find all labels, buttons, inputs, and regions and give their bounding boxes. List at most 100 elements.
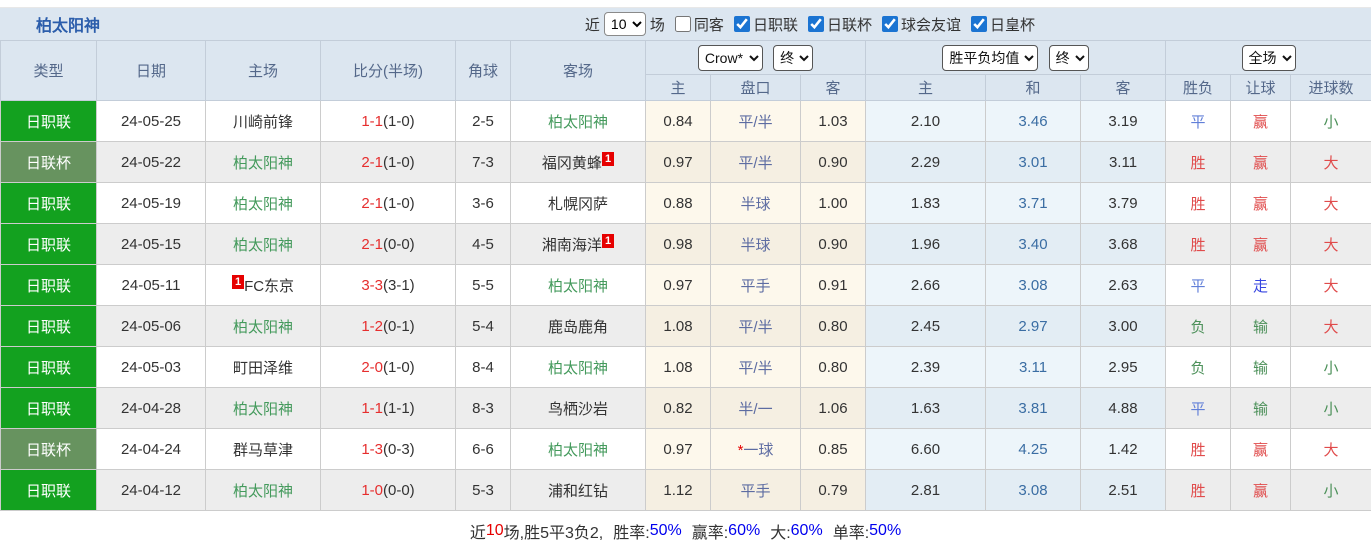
odds-state-select[interactable]: 终 — [773, 44, 814, 71]
footer-win-rate-value: 50% — [649, 522, 682, 539]
col-header-handicap-result: 让球 — [1230, 74, 1292, 101]
team-name: 柏太阳神 — [232, 154, 293, 172]
away-team-cell: 柏太阳神 — [510, 100, 646, 142]
half-time-score: (1-0) — [383, 358, 415, 376]
handicap-away-odds-cell: 0.90 — [800, 141, 866, 183]
match-row: 日职联 24-05-03 町田泽维 2-0(1-0) 8-4 柏太阳神 1.08 平/半 0.8… — [0, 346, 1371, 388]
corners-cell: 7-3 — [455, 141, 511, 183]
half-time-score: (1-1) — [383, 399, 415, 417]
score-cell: 1-1(1-1) — [320, 387, 456, 429]
near-label: 近 — [584, 16, 600, 34]
league-j1-checkbox[interactable] — [733, 16, 750, 32]
handicap-away-odds-cell: 1.03 — [800, 100, 866, 142]
outcome-result-cell: 负 — [1165, 346, 1232, 388]
league-type-cell: 日职联 — [0, 223, 97, 265]
league-type-cell: 日职联 — [0, 305, 97, 347]
match-date-cell: 24-05-03 — [96, 346, 206, 388]
footer-match-count: 10 — [485, 522, 504, 539]
avg-draw-odds-cell: 4.25 — [985, 428, 1081, 470]
avg-away-odds-cell: 3.00 — [1079, 305, 1167, 347]
handicap-home-odds-cell: 0.97 — [645, 141, 711, 183]
home-team-cell: 町田泽维 — [205, 346, 321, 388]
handicap-away-odds-cell: 0.91 — [800, 264, 866, 306]
league-type-cell: 日职联 — [0, 182, 97, 224]
match-date-cell: 24-05-25 — [96, 100, 206, 142]
score-cell: 1-1(1-0) — [320, 100, 456, 142]
goals-result-cell: 大 — [1290, 182, 1371, 224]
col-header-type: 类型 — [0, 40, 97, 101]
handicap-home-odds-cell: 0.84 — [645, 100, 711, 142]
avg-draw-odds-cell: 3.40 — [985, 223, 1081, 265]
handicap-line-cell: *一球 — [710, 428, 801, 470]
corners-cell: 6-6 — [455, 428, 511, 470]
league-type-cell: 日职联 — [0, 264, 97, 306]
handicap-result-cell: 赢 — [1230, 182, 1292, 224]
avg-type-select[interactable]: 胜平负均值 — [942, 44, 1039, 71]
match-date-cell: 24-05-22 — [96, 141, 206, 183]
full-time-score: 1-2 — [361, 317, 383, 335]
team-name: 柏太阳神 — [547, 359, 608, 377]
league-emperor-cup-label: 日皇杯 — [989, 16, 1035, 34]
away-team-cell: 鸟栖沙岩 — [510, 387, 646, 429]
home-team-cell: 1 FC东京 — [205, 264, 321, 306]
handicap-result-cell: 走 — [1230, 264, 1292, 306]
score-cell: 2-0(1-0) — [320, 346, 456, 388]
outcome-result-cell: 胜 — [1165, 428, 1232, 470]
col-header-away: 客场 — [510, 40, 646, 101]
corners-cell: 3-6 — [455, 182, 511, 224]
same-away-filter: 同客 — [669, 14, 724, 35]
match-date-cell: 24-04-28 — [96, 387, 206, 429]
footer-handicap-rate-label: 赢率: — [691, 525, 729, 542]
half-time-score: (1-0) — [383, 153, 415, 171]
footer-single-rate-value: 50% — [869, 522, 902, 539]
handicap-line-text: 平/半 — [738, 318, 773, 336]
handicap-line-cell: 平/半 — [710, 141, 801, 183]
match-date-cell: 24-05-11 — [96, 264, 206, 306]
avg-state-select[interactable]: 终 — [1048, 44, 1089, 71]
team-name: 鹿岛鹿角 — [547, 318, 608, 336]
outcome-result-cell: 胜 — [1165, 223, 1232, 265]
half-time-score: (0-0) — [383, 235, 415, 253]
avg-home-odds-cell: 2.66 — [865, 264, 986, 306]
league-emperor-cup-checkbox[interactable] — [970, 16, 987, 32]
away-team-cell: 浦和红钻 — [510, 469, 646, 511]
outcome-result-cell: 平 — [1165, 387, 1232, 429]
same-away-checkbox[interactable] — [674, 16, 691, 32]
odds-company-select[interactable]: Crow* — [697, 44, 763, 71]
handicap-home-odds-cell: 0.88 — [645, 182, 711, 224]
goals-result-cell: 大 — [1290, 305, 1371, 347]
filter-controls: 近 10 场 同客 日职联 日联杯 球会友谊 日皇杯 — [585, 12, 1035, 36]
handicap-away-odds-cell: 0.80 — [800, 305, 866, 347]
match-count-select[interactable]: 10 — [603, 12, 646, 36]
avg-home-odds-cell: 1.83 — [865, 182, 986, 224]
result-scope-select[interactable]: 全场 — [1241, 44, 1296, 71]
league-cup-checkbox[interactable] — [807, 16, 824, 32]
league-cup-label: 日联杯 — [826, 16, 872, 34]
footer-handicap-rate-value: 60% — [728, 522, 761, 539]
outcome-result-cell: 胜 — [1165, 469, 1232, 511]
corners-cell: 8-3 — [455, 387, 511, 429]
avg-away-odds-cell: 3.68 — [1079, 223, 1167, 265]
league-filter-friendly: 球会友谊 — [876, 14, 961, 35]
handicap-away-odds-cell: 0.79 — [800, 469, 866, 511]
avg-home-odds-cell: 2.39 — [865, 346, 986, 388]
team-name: 鸟栖沙岩 — [547, 400, 608, 418]
avg-draw-odds-cell: 3.08 — [985, 264, 1081, 306]
handicap-home-odds-cell: 0.97 — [645, 428, 711, 470]
footer-win-rate-label: 胜率: — [613, 525, 650, 542]
matches-table: 类型 日期 主场 比分(半场) 角球 客场 Crow* 终 胜平负均值 终 全场 — [0, 40, 1371, 511]
team-name: 福冈黄蜂 — [541, 154, 602, 172]
home-team-cell: 川崎前锋 — [205, 100, 321, 142]
handicap-home-odds-cell: 1.08 — [645, 305, 711, 347]
goals-result-cell: 大 — [1290, 428, 1371, 470]
team-name: 柏太阳神 — [547, 113, 608, 131]
team-name: 町田泽维 — [232, 359, 293, 377]
league-type-cell: 日联杯 — [0, 141, 97, 183]
avg-home-odds-cell: 6.60 — [865, 428, 986, 470]
col-header-score: 比分(半场) — [320, 40, 456, 101]
league-friendly-checkbox[interactable] — [881, 16, 898, 32]
handicap-line-text: 平/半 — [738, 154, 773, 172]
half-time-score: (1-0) — [383, 112, 415, 130]
handicap-result-cell: 赢 — [1230, 469, 1292, 511]
score-cell: 1-3(0-3) — [320, 428, 456, 470]
